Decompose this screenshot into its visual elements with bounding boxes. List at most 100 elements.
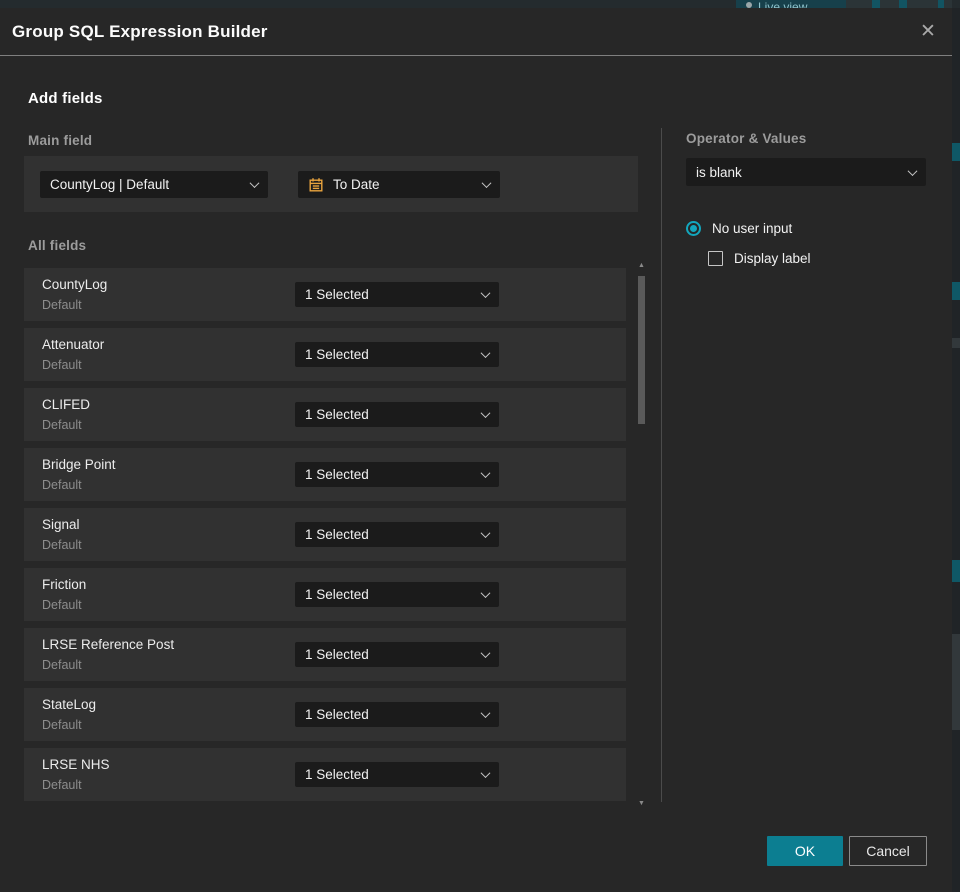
- field-selection-dropdown[interactable]: 1 Selected: [295, 762, 499, 787]
- field-selection-dropdown[interactable]: 1 Selected: [295, 342, 499, 367]
- calendar-icon: [308, 177, 324, 193]
- field-selection-dropdown[interactable]: 1 Selected: [295, 582, 499, 607]
- radio-selected-icon: [686, 221, 701, 236]
- selection-count-label: 1 Selected: [305, 347, 369, 362]
- field-layer-label: Default: [42, 298, 82, 312]
- field-row: CLIFED Default 1 Selected: [24, 388, 626, 441]
- field-row: Friction Default 1 Selected: [24, 568, 626, 621]
- scroll-up-icon[interactable]: ▲: [636, 262, 647, 270]
- field-row: LRSE Reference Post Default 1 Selected: [24, 628, 626, 681]
- chevron-down-icon: [907, 165, 918, 176]
- background-gray-fragment: [952, 634, 960, 730]
- chevron-down-icon: [480, 768, 491, 779]
- background-app-right-sliver: [952, 8, 960, 892]
- field-row: LRSE NHS Default 1 Selected: [24, 748, 626, 801]
- chevron-down-icon: [480, 528, 491, 539]
- field-row: CountyLog Default 1 Selected: [24, 268, 626, 321]
- field-name: CLIFED: [42, 397, 91, 412]
- background-teal-fragment: [938, 0, 944, 8]
- scroll-down-icon[interactable]: ▼: [636, 800, 647, 808]
- selection-count-label: 1 Selected: [305, 287, 369, 302]
- field-name: Friction: [42, 577, 87, 592]
- field-selection-dropdown[interactable]: 1 Selected: [295, 522, 499, 547]
- cancel-button[interactable]: Cancel: [849, 836, 927, 866]
- field-name: CountyLog: [42, 277, 108, 292]
- screen: Live view Group SQL Expression Builder ✕…: [0, 0, 960, 892]
- field-row: StateLog Default 1 Selected: [24, 688, 626, 741]
- field-layer-label: Default: [42, 418, 82, 432]
- main-field-select-value: CountyLog | Default: [50, 177, 170, 192]
- field-layer-label: Default: [42, 718, 82, 732]
- selection-count-label: 1 Selected: [305, 467, 369, 482]
- field-selection-dropdown[interactable]: 1 Selected: [295, 462, 499, 487]
- field-selection-dropdown[interactable]: 1 Selected: [295, 282, 499, 307]
- field-layer-label: Default: [42, 538, 82, 552]
- selection-count-label: 1 Selected: [305, 647, 369, 662]
- field-layer-label: Default: [42, 358, 82, 372]
- field-name: Bridge Point: [42, 457, 116, 472]
- chevron-down-icon: [480, 468, 491, 479]
- all-fields-label: All fields: [28, 238, 87, 253]
- background-teal-fragment: [952, 282, 960, 300]
- main-field-attribute-value: To Date: [333, 177, 380, 192]
- all-fields-list: CountyLog Default 1 Selected Attenuator Defa…: [24, 268, 626, 808]
- dialog-titlebar: Group SQL Expression Builder ✕: [0, 8, 952, 56]
- main-field-select[interactable]: CountyLog | Default: [40, 171, 268, 198]
- field-selection-dropdown[interactable]: 1 Selected: [295, 702, 499, 727]
- chevron-down-icon: [480, 648, 491, 659]
- operator-select-value: is blank: [696, 164, 742, 180]
- main-field-label: Main field: [28, 133, 93, 148]
- no-user-input-radio[interactable]: No user input: [686, 221, 792, 236]
- field-layer-label: Default: [42, 598, 82, 612]
- field-layer-label: Default: [42, 658, 82, 672]
- display-label-text: Display label: [734, 251, 811, 266]
- dialog-title: Group SQL Expression Builder: [12, 22, 268, 41]
- selection-count-label: 1 Selected: [305, 587, 369, 602]
- field-row: Attenuator Default 1 Selected: [24, 328, 626, 381]
- field-name: LRSE Reference Post: [42, 637, 175, 652]
- radio-dot: [690, 225, 697, 232]
- field-row: Signal Default 1 Selected: [24, 508, 626, 561]
- chevron-down-icon: [480, 708, 491, 719]
- field-layer-label: Default: [42, 478, 82, 492]
- main-field-row: CountyLog | Default To Date: [24, 156, 638, 212]
- background-teal-fragment: [952, 560, 960, 582]
- chevron-down-icon: [249, 178, 260, 189]
- no-user-input-label: No user input: [712, 221, 793, 236]
- background-teal-fragment: [952, 143, 960, 161]
- chevron-down-icon: [480, 288, 491, 299]
- display-label-checkbox-row[interactable]: Display label: [708, 251, 811, 266]
- chevron-down-icon: [481, 178, 492, 189]
- group-sql-expression-builder-dialog: Group SQL Expression Builder ✕ Add field…: [0, 8, 952, 892]
- operator-select[interactable]: is blank: [686, 158, 926, 186]
- field-layer-label: Default: [42, 778, 82, 792]
- operator-values-label: Operator & Values: [686, 131, 807, 146]
- scrollbar-thumb[interactable]: [638, 276, 645, 424]
- background-app-top-strip: Live view: [0, 0, 960, 8]
- selection-count-label: 1 Selected: [305, 707, 369, 722]
- checkbox-unchecked-icon[interactable]: [708, 251, 723, 266]
- field-selection-dropdown[interactable]: 1 Selected: [295, 642, 499, 667]
- close-icon[interactable]: ✕: [916, 20, 940, 44]
- chevron-down-icon: [480, 348, 491, 359]
- field-name: LRSE NHS: [42, 757, 110, 772]
- background-gray-fragment: [952, 338, 960, 348]
- add-fields-heading: Add fields: [28, 90, 103, 107]
- field-selection-dropdown[interactable]: 1 Selected: [295, 402, 499, 427]
- selection-count-label: 1 Selected: [305, 407, 369, 422]
- chevron-down-icon: [480, 408, 491, 419]
- live-view-toggle[interactable]: Live view: [736, 0, 846, 8]
- ok-button[interactable]: OK: [767, 836, 843, 866]
- selection-count-label: 1 Selected: [305, 527, 369, 542]
- panel-divider: [661, 128, 662, 802]
- chevron-down-icon: [480, 588, 491, 599]
- list-scrollbar[interactable]: ▲ ▼: [636, 262, 647, 808]
- field-name: Signal: [42, 517, 80, 532]
- main-field-attribute-select[interactable]: To Date: [298, 171, 500, 198]
- background-teal-fragment: [899, 0, 907, 8]
- selection-count-label: 1 Selected: [305, 767, 369, 782]
- field-row: Bridge Point Default 1 Selected: [24, 448, 626, 501]
- background-teal-fragment: [872, 0, 880, 8]
- field-name: Attenuator: [42, 337, 105, 352]
- live-view-label: Live view: [758, 0, 808, 8]
